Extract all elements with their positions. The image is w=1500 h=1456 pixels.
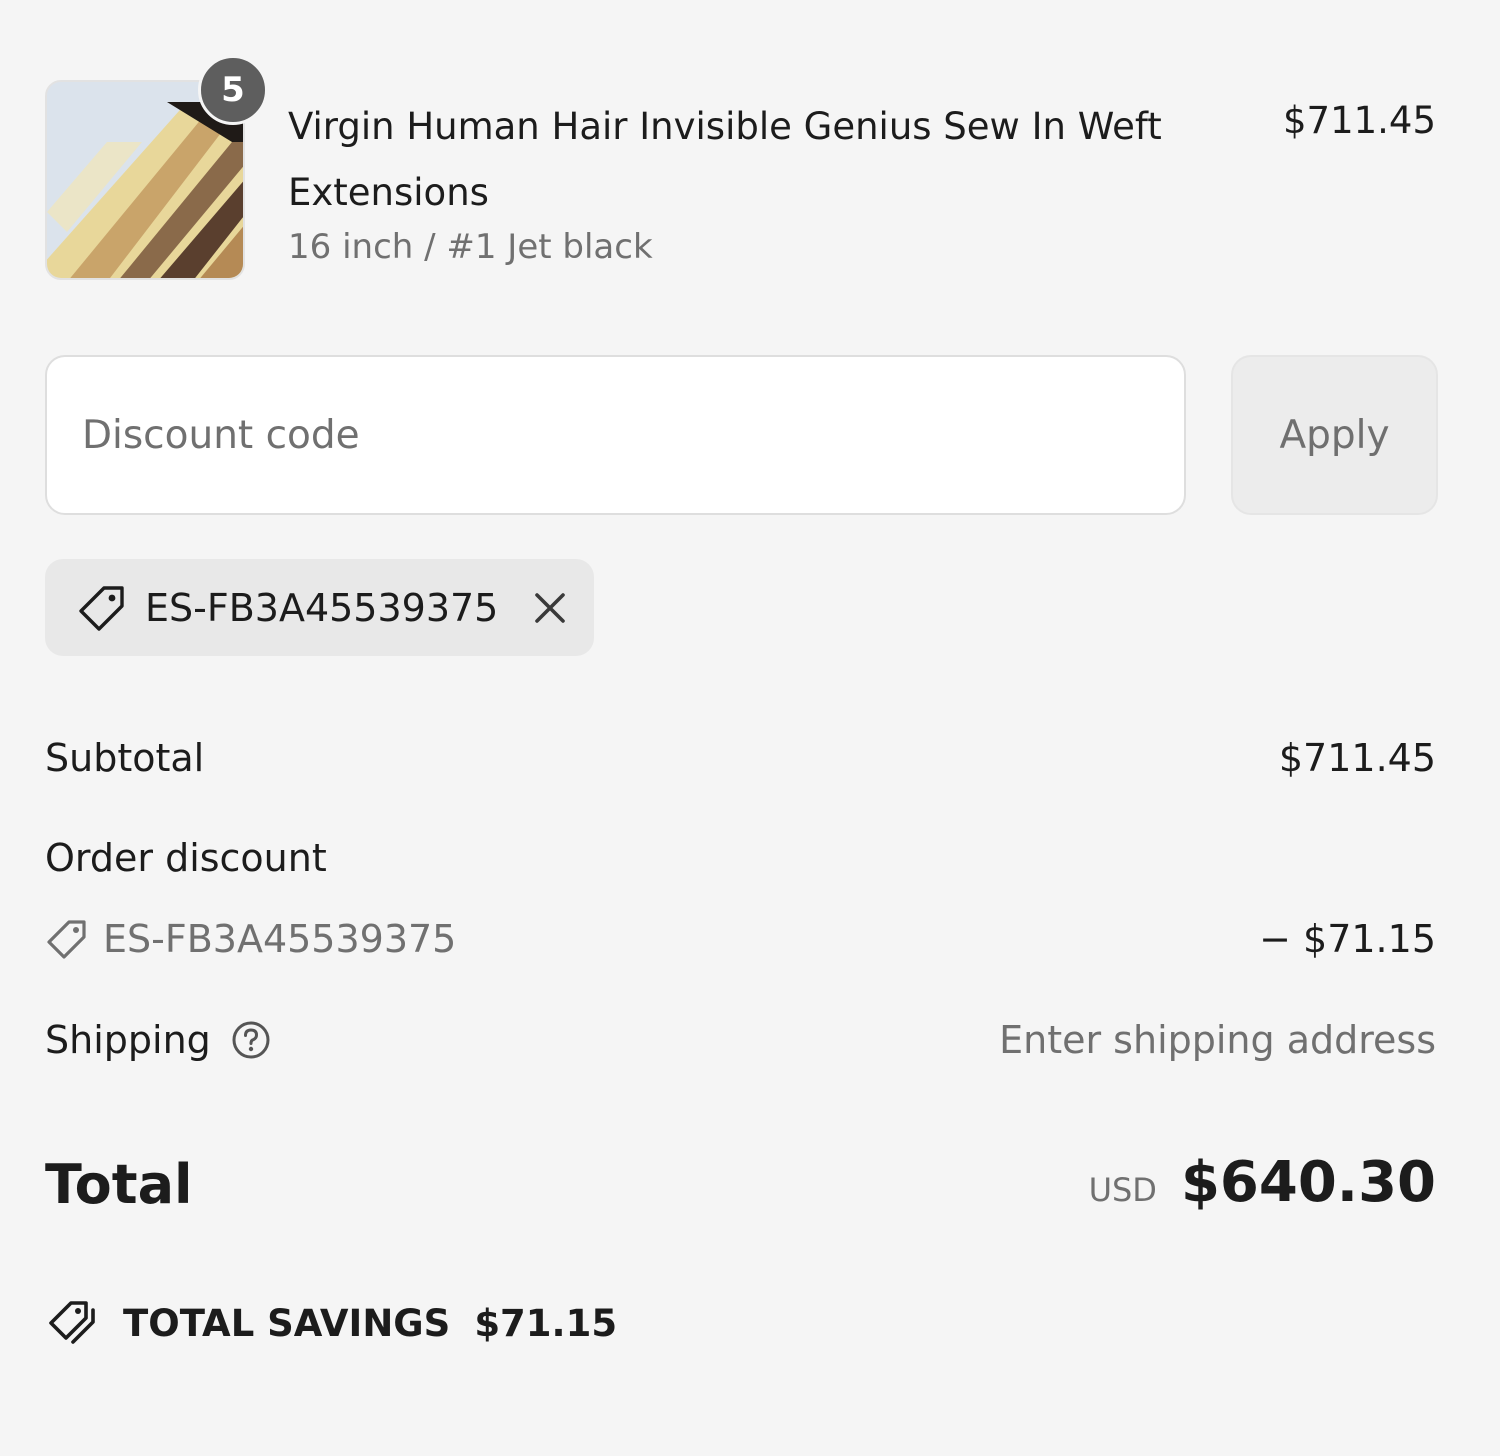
product-price: $711.45 [1282, 99, 1436, 142]
applied-discount-chip: ES-FB3A45539375 [45, 559, 594, 656]
shipping-value: Enter shipping address [999, 1018, 1436, 1062]
quantity-badge: 5 [198, 55, 268, 125]
applied-discount-code: ES-FB3A45539375 [145, 585, 499, 630]
shipping-label-group: Shipping [45, 1015, 271, 1065]
subtotal-value: $711.45 [1278, 736, 1436, 780]
order-summary: 5 Virgin Human Hair Invisible Genius Sew… [0, 0, 1500, 1456]
total-savings-value: $71.15 [474, 1301, 618, 1345]
help-circle-icon[interactable] [231, 1020, 271, 1060]
total-amount-group: USD $640.30 [1089, 1150, 1436, 1215]
tag-icon [47, 920, 86, 959]
product-thumbnail-wrap: 5 [45, 55, 268, 280]
close-icon [535, 592, 566, 623]
order-discount-label: Order discount [45, 836, 327, 880]
remove-discount-button[interactable] [528, 586, 572, 630]
shipping-label: Shipping [45, 1018, 211, 1062]
currency-code: USD [1088, 1171, 1157, 1209]
order-discount-code-line: ES-FB3A45539375 [45, 914, 456, 964]
order-discount-code: ES-FB3A45539375 [103, 917, 457, 961]
total-savings: TOTAL SAVINGS $71.15 [45, 1298, 617, 1348]
apply-discount-button[interactable]: Apply [1231, 355, 1438, 515]
total-label: Total [45, 1153, 193, 1216]
tag-icon [79, 585, 124, 631]
total-amount: $640.30 [1180, 1150, 1436, 1215]
product-variant: 16 inch / #1 Jet black [288, 227, 653, 267]
tags-icon [49, 1301, 95, 1344]
total-savings-label: TOTAL SAVINGS [123, 1301, 451, 1345]
subtotal-label: Subtotal [45, 736, 205, 780]
discount-code-input[interactable] [45, 355, 1186, 515]
product-title: Virgin Human Hair Invisible Genius Sew I… [288, 105, 1162, 214]
order-discount-value: − $71.15 [1259, 917, 1436, 961]
